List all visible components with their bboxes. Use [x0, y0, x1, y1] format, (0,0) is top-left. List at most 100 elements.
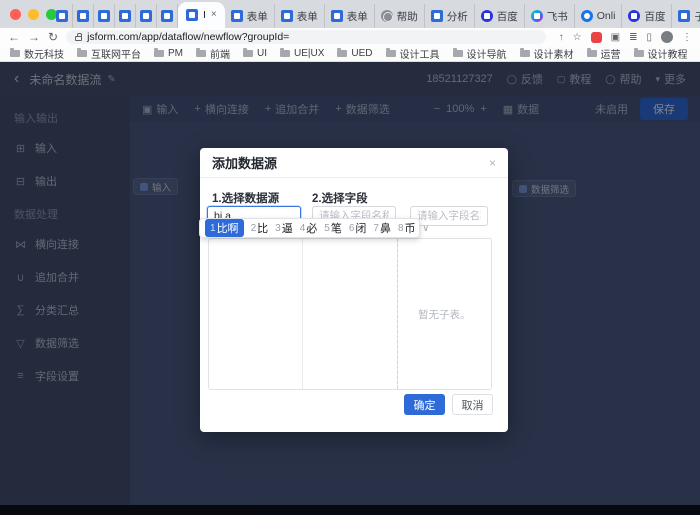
modal-footer: 确定 取消: [200, 394, 508, 416]
close-window-button[interactable]: [10, 9, 21, 20]
bookmark-label: UE|UX: [294, 48, 324, 59]
browser-tab[interactable]: 子表: [672, 4, 700, 28]
bookmark-folder[interactable]: 设计素材: [520, 46, 574, 61]
confirm-button[interactable]: 确定: [404, 394, 445, 415]
browser-tab[interactable]: 飞书: [525, 4, 575, 28]
bookmark-folder[interactable]: UI: [243, 48, 267, 59]
browser-tab[interactable]: 表单: [275, 4, 325, 28]
bookmark-label: 前端: [210, 46, 230, 61]
ime-candidate[interactable]: 6闭: [349, 220, 367, 236]
bookmark-folder[interactable]: 运营: [587, 46, 621, 61]
baidu-favicon-icon: [481, 10, 493, 22]
extension-icon[interactable]: [591, 32, 602, 43]
tab-label: 表单: [347, 9, 368, 24]
ime-candidate[interactable]: 8币: [398, 220, 416, 236]
bookmark-label: 运营: [601, 46, 621, 61]
bookmark-folder[interactable]: 设计教程: [634, 46, 688, 61]
bookmark-folder[interactable]: 前端: [196, 46, 230, 61]
ime-candidate[interactable]: 7鼻: [373, 220, 391, 236]
ime-candidate[interactable]: 2比: [251, 220, 269, 236]
url-input[interactable]: jsform.com/app/dataflow/newflow?groupId=: [66, 30, 546, 44]
cancel-button[interactable]: 取消: [452, 394, 493, 415]
ime-candidate[interactable]: 5笔: [324, 220, 342, 236]
bookmark-folder[interactable]: PM: [154, 48, 183, 59]
bookmark-star-icon[interactable]: ☆: [573, 32, 582, 43]
browser-tab-active[interactable]: I ×: [178, 2, 225, 28]
browser-tab-compact[interactable]: [52, 4, 73, 28]
browser-tab[interactable]: 百度: [475, 4, 525, 28]
ime-expand-chevron-icon[interactable]: ∨: [423, 223, 430, 234]
tab-label: I: [203, 9, 206, 21]
share-icon[interactable]: ↑: [559, 32, 564, 43]
jdy-favicon-icon: [281, 10, 293, 22]
browser-tab-compact[interactable]: [157, 4, 178, 28]
folder-icon: [154, 50, 164, 57]
url-text: jsform.com/app/dataflow/newflow?groupId=: [87, 31, 289, 43]
modal-title: 添加数据源: [212, 153, 277, 172]
online-favicon-icon: [581, 10, 593, 22]
ime-candidate[interactable]: 3逼: [275, 220, 293, 236]
bookmark-label: PM: [168, 48, 183, 59]
browser-tab[interactable]: 表单: [225, 4, 275, 28]
ime-candidate[interactable]: 4必: [300, 220, 318, 236]
modal-header: 添加数据源 ×: [200, 148, 508, 178]
jdy-favicon-icon: [231, 10, 243, 22]
folder-icon: [10, 50, 20, 57]
selection-panel: 暂无子表。: [208, 238, 492, 390]
folder-icon: [77, 50, 87, 57]
folder-icon: [386, 50, 396, 57]
forward-button[interactable]: →: [28, 31, 40, 43]
bookmark-folder[interactable]: 设计工具: [386, 46, 440, 61]
jdy-favicon-icon: [56, 10, 68, 22]
folder-icon: [337, 50, 347, 57]
datasource-list[interactable]: [209, 239, 303, 389]
bookmark-folder[interactable]: 数元科技: [10, 46, 64, 61]
bookmark-folder[interactable]: UED: [337, 48, 372, 59]
feishu-favicon-icon: [531, 10, 543, 22]
bookmark-label: 互联网平台: [91, 46, 141, 61]
side-panel-icon[interactable]: ▯: [646, 32, 652, 43]
bookmark-folder[interactable]: UE|UX: [280, 48, 324, 59]
browser-tab-compact[interactable]: [73, 4, 94, 28]
bookmark-folder[interactable]: 互联网平台: [77, 46, 141, 61]
address-bar: ← → ↻ jsform.com/app/dataflow/newflow?gr…: [0, 28, 700, 46]
tab-label: 百度: [644, 9, 665, 24]
tab-label: 表单: [247, 9, 268, 24]
empty-subtable-text: 暂无子表。: [418, 307, 471, 322]
browser-tab[interactable]: 分析: [425, 4, 475, 28]
browser-tab[interactable]: Onli: [575, 4, 623, 28]
folder-icon: [453, 50, 463, 57]
field-list[interactable]: [303, 239, 397, 389]
minimize-window-button[interactable]: [28, 9, 39, 20]
browser-tab-compact[interactable]: [136, 4, 157, 28]
jdy-favicon-icon: [140, 10, 152, 22]
browser-tab[interactable]: 表单: [325, 4, 375, 28]
tab-label: 表单: [297, 9, 318, 24]
browser-menu-icon[interactable]: ⋮: [682, 32, 692, 43]
jdy-favicon-icon: [331, 10, 343, 22]
browser-tab[interactable]: 百度: [622, 4, 672, 28]
modal-close-icon[interactable]: ×: [489, 156, 496, 170]
bookmark-label: 设计素材: [534, 46, 574, 61]
jdy-favicon-icon: [161, 10, 173, 22]
ime-candidate-selected[interactable]: 1比啊: [205, 219, 244, 237]
browser-tab-compact[interactable]: [115, 4, 136, 28]
tab-close-icon[interactable]: ×: [211, 10, 217, 20]
tab-label: 百度: [497, 9, 518, 24]
jdy-favicon-icon: [98, 10, 110, 22]
folder-icon: [243, 50, 253, 57]
reload-button[interactable]: ↻: [48, 31, 58, 43]
tab-label: Onli: [597, 10, 616, 22]
add-datasource-modal: 添加数据源 × 1.选择数据源 2.选择字段 暂无子表。 确定 取消: [200, 148, 508, 432]
bookmark-label: 设计工具: [400, 46, 440, 61]
tab-label: 子表: [694, 9, 700, 24]
extensions-puzzle-icon[interactable]: ▣: [611, 32, 620, 43]
lock-icon: [75, 36, 82, 41]
bookmark-folder[interactable]: 设计导航: [453, 46, 507, 61]
browser-tab[interactable]: 帮助: [375, 4, 425, 28]
profile-avatar[interactable]: [661, 31, 673, 43]
back-button[interactable]: ←: [8, 31, 20, 43]
notes-icon[interactable]: ≣: [629, 32, 637, 43]
bookmark-label: 设计教程: [648, 46, 688, 61]
browser-tab-compact[interactable]: [94, 4, 115, 28]
